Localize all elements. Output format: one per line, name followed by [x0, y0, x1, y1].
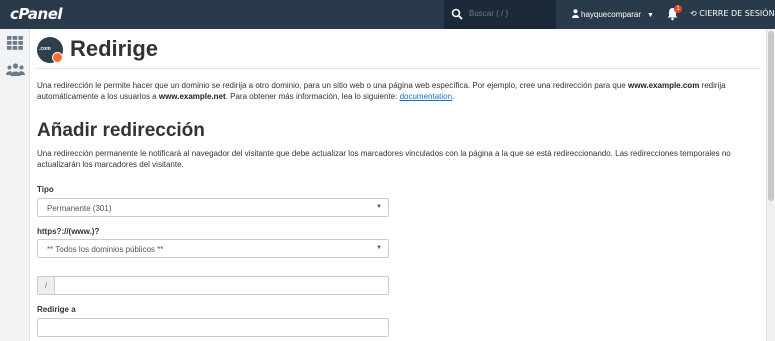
intro-target-domain: www.example.net — [158, 92, 226, 101]
grid-icon[interactable] — [7, 36, 23, 50]
search-input[interactable]: Buscar ( / ) — [469, 9, 508, 18]
scrollbar[interactable] — [766, 29, 775, 341]
page-title: Redirige — [70, 36, 159, 61]
notifications-button[interactable]: 1 — [666, 5, 682, 21]
intro-text: Una redirección le permite hacer que un … — [37, 80, 761, 102]
redirect-to-label: Redirige a — [37, 305, 76, 314]
search-icon — [451, 8, 463, 20]
intro-part: . Para obtener más información, lea lo s… — [225, 92, 400, 101]
page-icon-text: .com — [39, 46, 51, 52]
cpanel-logo[interactable]: cPanel — [10, 5, 63, 23]
type-select[interactable]: Permanente (301) ▼ — [37, 198, 389, 217]
intro-example-domain: www.example.com — [628, 81, 700, 90]
domain-select-value: ** Todos los dominios públicos ** — [47, 245, 164, 254]
logout-icon: ⟲ — [690, 9, 697, 18]
documentation-link[interactable]: documentation — [400, 92, 452, 101]
users-icon[interactable] — [6, 63, 25, 76]
redirect-badge-icon — [52, 52, 63, 63]
logout-label: CIERRE DE SESIÓN — [699, 9, 775, 18]
add-redirect-description: Una redirección permanente le notificará… — [37, 149, 731, 169]
type-label: Tipo — [37, 185, 54, 194]
domain-label: https?://(www.)? — [37, 227, 100, 236]
chevron-down-icon: ▼ — [376, 245, 382, 251]
add-redirect-heading: Añadir redirección — [37, 120, 205, 141]
user-menu[interactable]: hayquecomparar ▼ — [572, 9, 654, 19]
logout-button[interactable]: ⟲ CIERRE DE SESIÓN — [690, 9, 775, 18]
scrollbar-thumb[interactable] — [768, 31, 774, 201]
search-box[interactable]: Buscar ( / ) — [444, 0, 556, 29]
username-label: hayquecomparar — [581, 10, 642, 19]
redirect-to-input[interactable] — [37, 318, 389, 337]
redirects-page-icon: .com — [37, 37, 63, 63]
path-input-group: / — [37, 276, 389, 295]
path-input[interactable] — [62, 282, 382, 292]
chevron-down-icon: ▼ — [647, 12, 654, 19]
notification-badge: 1 — [674, 5, 682, 13]
intro-part: Una redirección le permite hacer que un … — [37, 81, 629, 90]
path-prefix: / — [38, 277, 55, 294]
user-icon — [572, 9, 579, 18]
sidebar — [0, 29, 30, 341]
chevron-down-icon: ▼ — [376, 204, 382, 210]
domain-select[interactable]: ** Todos los dominios públicos ** ▼ — [37, 239, 389, 258]
divider — [37, 68, 761, 69]
top-navbar: cPanel Buscar ( / ) hayquecomparar ▼ 1 ⟲ … — [0, 0, 775, 29]
intro-part: . — [452, 92, 455, 101]
type-select-value: Permanente (301) — [47, 204, 112, 213]
